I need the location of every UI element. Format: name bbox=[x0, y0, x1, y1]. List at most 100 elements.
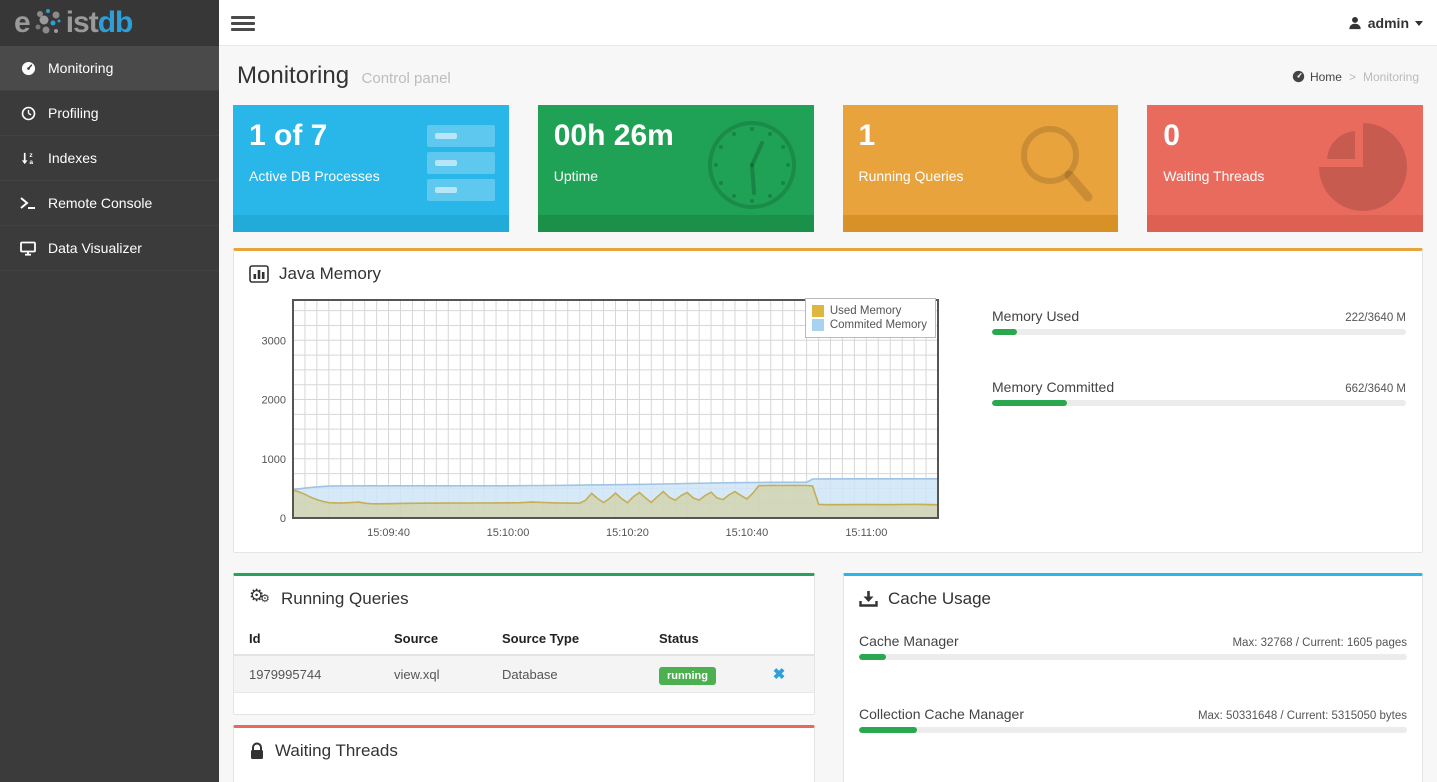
desktop-icon bbox=[16, 241, 40, 256]
pie-chart-icon bbox=[1313, 117, 1409, 218]
breadcrumb-current: Monitoring bbox=[1362, 69, 1419, 84]
gauge-value: 662/3640 M bbox=[1345, 383, 1406, 395]
svg-text:15:11:00: 15:11:00 bbox=[845, 527, 887, 539]
memory-committed-gauge: Memory Committed 662/3640 M bbox=[992, 379, 1406, 406]
clock-icon bbox=[16, 106, 40, 121]
query-source: view.xql bbox=[394, 666, 440, 682]
card-uptime: 00h 26m Uptime bbox=[537, 105, 814, 232]
clock-icon bbox=[704, 117, 800, 218]
svg-text:0: 0 bbox=[280, 513, 286, 525]
card-footer bbox=[233, 215, 509, 232]
waiting-threads-panel: Waiting Threads bbox=[233, 725, 815, 782]
legend-entry: Commited Memory bbox=[811, 319, 927, 331]
svg-text:1000: 1000 bbox=[262, 454, 286, 466]
user-menu[interactable]: admin bbox=[1348, 0, 1423, 46]
page-subtitle: Control panel bbox=[361, 70, 451, 87]
existdb-logo[interactable]: e ist db bbox=[0, 0, 219, 46]
query-row: 1979995744 view.xql Database running ✖ bbox=[234, 655, 814, 693]
gauge-icon bbox=[16, 61, 40, 76]
java-memory-header: Java Memory bbox=[234, 251, 1422, 294]
cache-gauges: Cache Manager Max: 32768 / Current: 1605… bbox=[844, 619, 1422, 733]
svg-text:15:10:00: 15:10:00 bbox=[487, 527, 530, 539]
sidebar-toggle-button[interactable] bbox=[231, 13, 255, 33]
lock-icon bbox=[249, 742, 265, 761]
chart-legend: Used Memory Commited Memory bbox=[804, 298, 936, 338]
legend-swatch bbox=[811, 305, 824, 317]
cache-usage-header: Cache Usage bbox=[844, 576, 1422, 619]
collection-cache-manager-gauge: Collection Cache Manager Max: 50331648 /… bbox=[859, 706, 1407, 733]
user-icon bbox=[1349, 16, 1361, 30]
sidebar-item-label: Profiling bbox=[48, 105, 99, 121]
sidebar-item-remote-console[interactable]: Remote Console bbox=[0, 181, 219, 226]
panel-title: Cache Usage bbox=[888, 589, 992, 608]
status-badge: running bbox=[659, 666, 716, 685]
gauge-icon bbox=[1292, 70, 1305, 83]
card-active-db-processes: 1 of 7 Active DB Processes bbox=[233, 105, 509, 232]
memory-gauges: Memory Used 222/3640 M Memory Committed … bbox=[948, 296, 1408, 544]
kill-query-button[interactable]: ✖ bbox=[773, 665, 786, 683]
main-content: Monitoring Control panel Home > Monitori… bbox=[219, 46, 1437, 782]
memory-used-gauge: Memory Used 222/3640 M bbox=[992, 308, 1406, 335]
svg-text:z: z bbox=[29, 152, 33, 159]
query-id: 1979995744 bbox=[249, 666, 322, 682]
legend-swatch bbox=[811, 319, 824, 331]
panel-title: Running Queries bbox=[281, 589, 409, 608]
logo-text-ist: ist bbox=[65, 6, 99, 39]
progress-fill bbox=[992, 400, 1068, 406]
breadcrumb: Home > Monitoring bbox=[1292, 70, 1419, 84]
terminal-icon bbox=[16, 196, 40, 210]
svg-text:3000: 3000 bbox=[262, 335, 286, 347]
cache-manager-gauge: Cache Manager Max: 32768 / Current: 1605… bbox=[859, 633, 1407, 660]
sort-alpha-icon: za bbox=[16, 151, 40, 166]
column-header-status: Status bbox=[644, 623, 744, 656]
card-running-queries: 1 Running Queries bbox=[842, 105, 1119, 232]
stat-cards-row: 1 of 7 Active DB Processes 00h 26m Uptim… bbox=[233, 105, 1423, 232]
sidebar-item-data-visualizer[interactable]: Data Visualizer bbox=[0, 226, 219, 271]
progress-track bbox=[992, 400, 1406, 406]
gauge-label: Memory Used bbox=[992, 308, 1080, 324]
bar-chart-icon bbox=[249, 265, 269, 283]
breadcrumb-home-link[interactable]: Home bbox=[1292, 70, 1342, 84]
column-header-source: Source bbox=[379, 623, 487, 656]
running-queries-panel: ⚙ ⚙ Running Queries Id Source Source Type… bbox=[233, 573, 815, 715]
progress-track bbox=[859, 654, 1407, 660]
gauge-value: Max: 50331648 / Current: 5315050 bytes bbox=[1197, 710, 1407, 722]
svg-text:2000: 2000 bbox=[262, 395, 286, 407]
cache-usage-panel: Cache Usage Cache Manager Max: 32768 / C… bbox=[843, 573, 1423, 782]
legend-label: Commited Memory bbox=[829, 319, 927, 331]
column-header-id: Id bbox=[234, 623, 379, 656]
logo-text-e: e bbox=[14, 6, 31, 39]
user-name: admin bbox=[1367, 15, 1409, 31]
running-queries-table: Id Source Source Type Status 1979995744 … bbox=[234, 623, 814, 693]
sidebar-item-monitoring[interactable]: Monitoring bbox=[0, 46, 219, 91]
gauge-label: Collection Cache Manager bbox=[859, 706, 1024, 722]
topbar: admin bbox=[219, 0, 1437, 46]
gauge-label: Cache Manager bbox=[859, 633, 959, 649]
sidebar-item-label: Data Visualizer bbox=[48, 240, 142, 256]
server-icon bbox=[419, 117, 495, 214]
gauge-value: Max: 32768 / Current: 1605 pages bbox=[1232, 637, 1407, 649]
card-waiting-threads: 0 Waiting Threads bbox=[1147, 105, 1423, 232]
sidebar-nav: Monitoring Profiling za Indexes Remote C… bbox=[0, 46, 219, 271]
legend-label: Used Memory bbox=[829, 305, 902, 317]
download-icon bbox=[859, 590, 878, 608]
card-footer bbox=[842, 215, 1119, 232]
panel-title: Java Memory bbox=[279, 264, 382, 283]
sidebar-item-label: Remote Console bbox=[48, 195, 153, 211]
progress-track bbox=[992, 329, 1406, 335]
breadcrumb-home-label: Home bbox=[1309, 69, 1342, 84]
sidebar-item-indexes[interactable]: za Indexes bbox=[0, 136, 219, 181]
progress-fill bbox=[859, 654, 886, 660]
logo-text-db: db bbox=[97, 6, 134, 39]
logo-dots-icon bbox=[35, 9, 61, 34]
panel-title: Waiting Threads bbox=[275, 741, 398, 760]
svg-text:15:10:20: 15:10:20 bbox=[606, 527, 649, 539]
page-title: Monitoring bbox=[237, 62, 350, 89]
sidebar-item-profiling[interactable]: Profiling bbox=[0, 91, 219, 136]
chevron-down-icon bbox=[1415, 20, 1423, 26]
card-footer bbox=[537, 215, 814, 232]
svg-text:15:10:40: 15:10:40 bbox=[725, 527, 768, 539]
java-memory-panel: Java Memory 0 1000 2000 3000 15:09:40 15:10:0… bbox=[233, 248, 1423, 553]
progress-fill bbox=[992, 329, 1018, 335]
gauge-label: Memory Committed bbox=[992, 379, 1115, 395]
